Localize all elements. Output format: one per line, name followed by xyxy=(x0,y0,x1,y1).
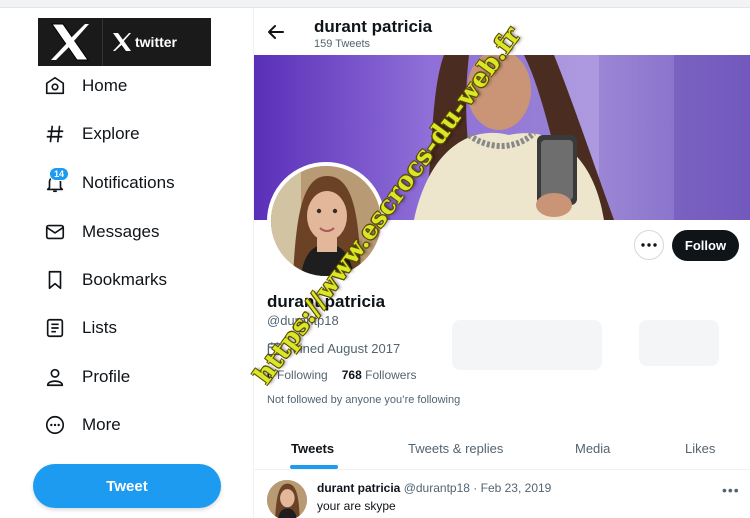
nav-label-explore: Explore xyxy=(82,124,140,143)
nav-item-bookmarks[interactable]: Bookmarks xyxy=(42,260,167,300)
nav-item-more[interactable]: More xyxy=(42,405,121,445)
blurred-area xyxy=(452,320,602,370)
nav-label-lists: Lists xyxy=(82,318,117,337)
notification-badge: 14 xyxy=(49,167,70,181)
nav-item-home[interactable]: Home xyxy=(42,66,127,106)
nav-label-notifications: Notifications xyxy=(82,173,175,192)
not-followed-notice: Not followed by anyone you’re following xyxy=(267,394,461,406)
logo-wordmark: twitter xyxy=(135,34,177,50)
sidebar: twitter Home Explore 14 Notifications Me… xyxy=(0,8,253,518)
tweet-header: durant patricia @durantp18 · Feb 23, 201… xyxy=(317,481,551,495)
tweet-button[interactable]: Tweet xyxy=(33,464,221,508)
nav-label-messages: Messages xyxy=(82,222,160,241)
header-name: durant patricia xyxy=(314,17,433,36)
more-options-button[interactable] xyxy=(634,230,664,260)
tweet-author-name[interactable]: durant patricia xyxy=(317,481,400,495)
tab-tweets-and-replies[interactable]: Tweets & replies xyxy=(408,426,503,470)
header-tweet-count: 159 Tweets xyxy=(314,38,371,50)
person-icon xyxy=(42,364,68,390)
blurred-area xyxy=(639,320,719,366)
followers-count: 768 xyxy=(341,368,362,382)
followers-link[interactable]: 768 Followers xyxy=(342,368,417,382)
bell-icon: 14 xyxy=(42,167,70,196)
tweet-avatar[interactable] xyxy=(267,480,307,518)
nav-item-profile[interactable]: Profile xyxy=(42,357,130,397)
tweet-separator: · xyxy=(473,481,478,495)
follow-stats: 0 Following 768 Followers xyxy=(267,368,416,382)
browser-top-strip xyxy=(0,0,750,8)
list-icon xyxy=(42,315,68,341)
home-icon xyxy=(42,73,68,99)
hashtag-icon xyxy=(42,121,68,147)
nav-item-explore[interactable]: Explore xyxy=(42,114,140,154)
bookmark-icon xyxy=(42,267,68,293)
tab-tweets[interactable]: Tweets xyxy=(291,426,334,470)
nav-label-more: More xyxy=(82,415,121,434)
x-small-icon xyxy=(113,33,131,51)
tweet-more-icon[interactable]: ••• xyxy=(722,482,740,498)
tab-likes[interactable]: Likes xyxy=(685,426,715,470)
tweet-date[interactable]: Feb 23, 2019 xyxy=(481,481,552,495)
logo-divider xyxy=(102,18,103,66)
tweet-item[interactable]: durant patricia @durantp18 · Feb 23, 201… xyxy=(254,470,750,518)
tab-media[interactable]: Media xyxy=(575,426,610,470)
nav-label-profile: Profile xyxy=(82,367,131,386)
logo-wordmark-group: twitter xyxy=(111,31,177,53)
more-circle-icon xyxy=(42,412,68,438)
nav-item-lists[interactable]: Lists xyxy=(42,308,117,348)
follow-button[interactable]: Follow xyxy=(672,230,739,261)
x-logo-icon xyxy=(38,18,102,66)
nav-label-bookmarks: Bookmarks xyxy=(82,270,168,289)
tweet-author-handle: @durantp18 xyxy=(403,481,470,495)
tweet-text: your are skype xyxy=(317,499,396,513)
back-arrow-icon[interactable] xyxy=(266,22,286,42)
followers-label: Followers xyxy=(365,368,417,382)
nav-item-messages[interactable]: Messages xyxy=(42,212,159,252)
profile-tabs: Tweets Tweets & replies Media Likes xyxy=(254,426,750,470)
envelope-icon xyxy=(42,219,68,245)
nav-label-home: Home xyxy=(82,76,128,95)
twitter-logo-banner[interactable]: twitter xyxy=(38,18,211,66)
ellipsis-icon xyxy=(641,243,657,247)
nav-item-notifications[interactable]: 14 Notifications xyxy=(42,163,175,203)
active-tab-indicator xyxy=(290,465,338,469)
